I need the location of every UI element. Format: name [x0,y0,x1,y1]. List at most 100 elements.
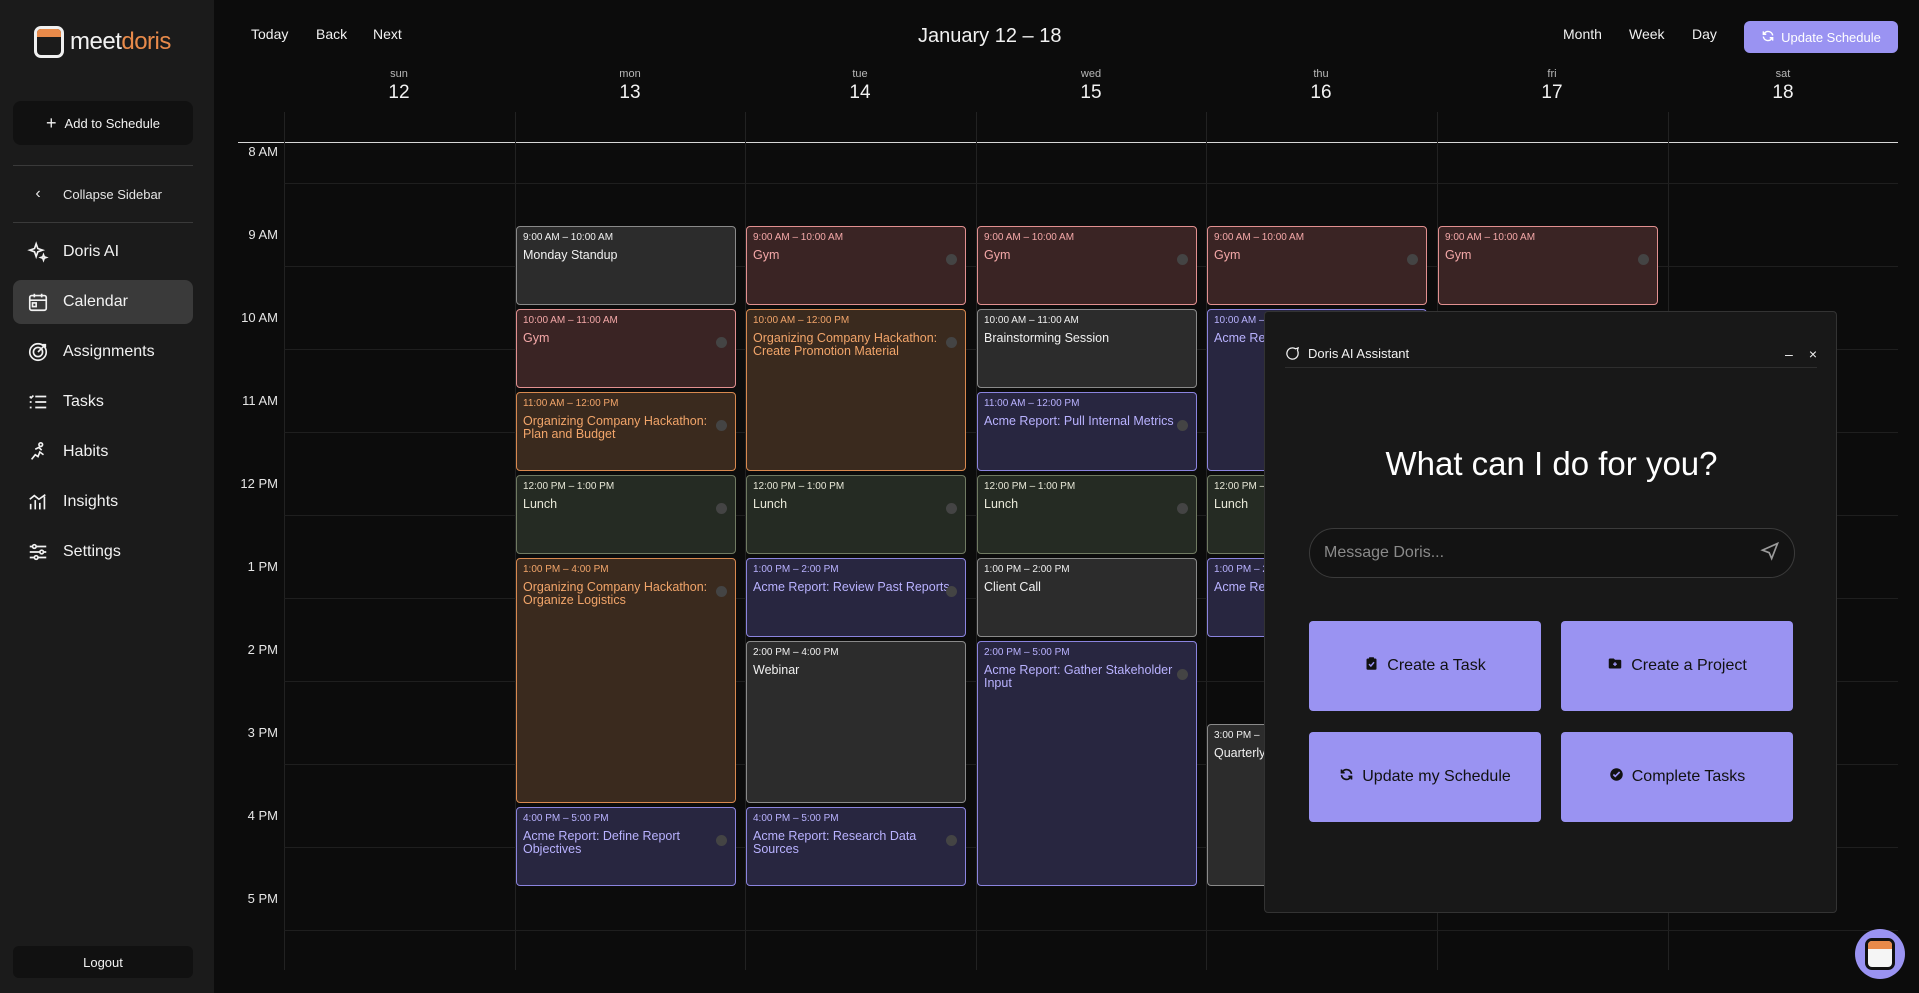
event-time: 10:00 AM – 12:00 PM [753,315,850,326]
day-header-wed[interactable]: wed 15 [976,68,1206,104]
event-card[interactable]: 12:00 PM – 1:00 PM Lunch [977,475,1197,554]
event-card[interactable]: 1:00 PM – 2:00 PM Acme Report: Review Pa… [746,558,966,637]
event-card[interactable]: 9:00 AM – 10:00 AM Monday Standup [516,226,736,305]
hour-label: 10 AM [241,310,278,325]
event-status-icon[interactable] [1407,254,1418,265]
event-card[interactable]: 12:00 PM – 1:00 PM Lunch [746,475,966,554]
send-icon[interactable] [1760,541,1780,566]
next-button[interactable]: Next [373,26,402,42]
close-button[interactable]: × [1809,346,1817,362]
event-card[interactable]: 10:00 AM – 11:00 AM Gym [516,309,736,388]
day-header-tue[interactable]: tue 14 [745,68,975,104]
sparkle-icon [13,241,63,263]
create-task-button[interactable]: Create a Task [1309,621,1541,711]
event-card[interactable]: 9:00 AM – 10:00 AM Gym [1207,226,1427,305]
month-view-button[interactable]: Month [1563,26,1602,42]
day-date: 15 [1080,82,1102,103]
update-schedule-button[interactable]: Update Schedule [1744,21,1898,53]
collapse-sidebar-button[interactable]: ‹ Collapse Sidebar [13,176,193,212]
event-status-icon[interactable] [716,420,727,431]
header-divider [238,142,1898,143]
sidebar-item-calendar[interactable]: Calendar [13,280,193,324]
sidebar-item-tasks[interactable]: Tasks [13,380,193,424]
day-name: mon [619,68,641,80]
event-card[interactable]: 10:00 AM – 11:00 AM Brainstorming Sessio… [977,309,1197,388]
event-status-icon[interactable] [1177,669,1188,680]
day-view-button[interactable]: Day [1692,26,1717,42]
event-time: 2:00 PM – 4:00 PM [753,647,839,658]
bar-chart-icon [13,491,63,513]
minimize-button[interactable]: – [1785,346,1793,362]
event-status-icon[interactable] [716,503,727,514]
day-date: 12 [388,82,410,103]
event-card[interactable]: 2:00 PM – 5:00 PM Acme Report: Gather St… [977,641,1197,886]
event-card[interactable]: 1:00 PM – 4:00 PM Organizing Company Hac… [516,558,736,803]
event-status-icon[interactable] [946,586,957,597]
day-name: tue [852,68,868,80]
add-to-schedule-button[interactable]: + Add to Schedule [13,101,193,145]
calendar-icon [13,291,63,313]
day-date: 13 [619,82,641,103]
day-header-mon[interactable]: mon 13 [515,68,745,104]
message-input[interactable]: Message Doris... [1309,528,1795,578]
event-name: Monday Standup [523,248,618,262]
event-status-icon[interactable] [716,337,727,348]
event-name: Webinar [753,663,800,677]
event-status-icon[interactable] [1177,254,1188,265]
day-header-sun[interactable]: sun 12 [284,68,514,104]
event-card[interactable]: 4:00 PM – 5:00 PM Acme Report: Define Re… [516,807,736,886]
sidebar-item-doris-ai[interactable]: Doris AI [13,230,193,274]
day-name: sun [390,68,408,80]
day-header-fri[interactable]: fri 17 [1437,68,1667,104]
doris-assistant-launcher[interactable] [1855,929,1905,979]
event-status-icon[interactable] [1177,503,1188,514]
sidebar-item-insights[interactable]: Insights [13,480,193,524]
sidebar-item-assignments[interactable]: Assignments [13,330,193,374]
event-status-icon[interactable] [716,835,727,846]
logo-doris: doris [121,28,171,55]
event-card[interactable]: 12:00 PM – 1:00 PM Lunch [516,475,736,554]
event-card[interactable]: 4:00 PM – 5:00 PM Acme Report: Research … [746,807,966,886]
event-name: Organizing Company Hackathon: Plan and B… [523,414,708,441]
event-status-icon[interactable] [1177,420,1188,431]
hour-label: 9 AM [248,227,278,242]
day-name: sat [1775,68,1791,80]
complete-tasks-button[interactable]: Complete Tasks [1561,732,1793,822]
update-my-schedule-button[interactable]: Update my Schedule [1309,732,1541,822]
event-status-icon[interactable] [1638,254,1649,265]
button-label: Update my Schedule [1362,768,1511,785]
hour-line [284,183,1898,184]
day-header-thu[interactable]: thu 16 [1206,68,1436,104]
create-project-button[interactable]: Create a Project [1561,621,1793,711]
day-header-sat[interactable]: sat 18 [1668,68,1898,104]
week-view-button[interactable]: Week [1629,26,1665,42]
event-status-icon[interactable] [946,337,957,348]
event-card[interactable]: 10:00 AM – 12:00 PM Organizing Company H… [746,309,966,471]
event-status-icon[interactable] [946,254,957,265]
event-card[interactable]: 9:00 AM – 10:00 AM Gym [746,226,966,305]
event-status-icon[interactable] [946,503,957,514]
sidebar-item-settings[interactable]: Settings [13,530,193,574]
event-time: 10:00 AM – 11:00 AM [984,315,1079,326]
sidebar-item-habits[interactable]: Habits [13,430,193,474]
logo[interactable]: meetdoris [34,24,171,60]
back-button[interactable]: Back [316,26,347,42]
sidebar-item-label: Tasks [63,393,104,410]
button-label: Complete Tasks [1631,768,1746,785]
event-time: 11:00 AM – 12:00 PM [523,398,619,409]
event-card[interactable]: 9:00 AM – 10:00 AM Gym [1438,226,1658,305]
event-status-icon[interactable] [716,586,727,597]
event-status-icon[interactable] [946,835,957,846]
refresh-icon [1339,767,1354,787]
sidebar-item-label: Insights [63,493,119,510]
hour-label: 3 PM [247,725,278,740]
event-card[interactable]: 1:00 PM – 2:00 PM Client Call [977,558,1197,637]
event-name: Acme Report: Gather Stakeholder Input [984,663,1173,690]
logout-button[interactable]: Logout [13,946,193,978]
today-button[interactable]: Today [251,26,288,42]
event-time: 4:00 PM – 5:00 PM [753,813,839,824]
event-card[interactable]: 2:00 PM – 4:00 PM Webinar [746,641,966,803]
event-card[interactable]: 11:00 AM – 12:00 PM Acme Report: Pull In… [977,392,1197,471]
event-card[interactable]: 11:00 AM – 12:00 PM Organizing Company H… [516,392,736,471]
event-card[interactable]: 9:00 AM – 10:00 AM Gym [977,226,1197,305]
